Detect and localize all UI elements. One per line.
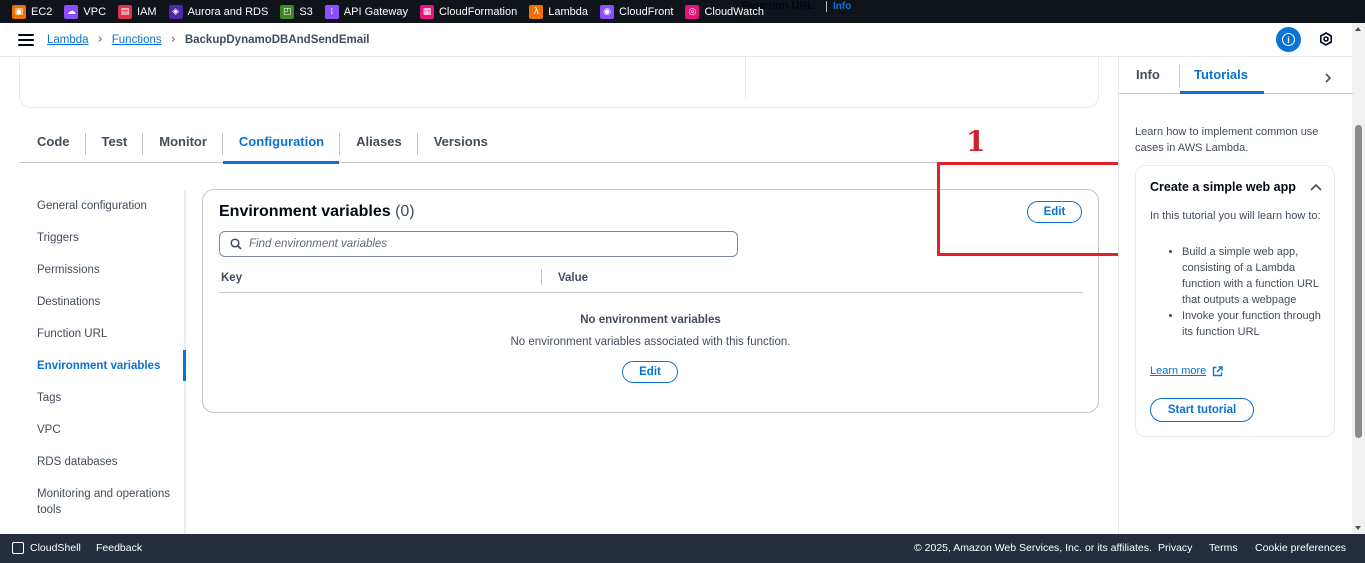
chevron-right-icon: › <box>170 32 176 47</box>
function-tabs: Code Test Monitor Configuration Aliases … <box>20 128 1099 164</box>
page-scrollbar[interactable] <box>1352 23 1365 534</box>
tutorial-steps: Build a simple web app, consisting of a … <box>1150 244 1325 340</box>
cookie-preferences-link[interactable]: Cookie preferences <box>1255 542 1346 554</box>
active-tab-indicator <box>222 161 340 164</box>
nav-tags[interactable]: Tags <box>37 390 61 406</box>
nav-environment-variables[interactable]: Environment variables <box>37 358 160 374</box>
help-panel-tabs: Info Tutorials <box>1119 57 1353 94</box>
service-link-lambda[interactable]: λ Lambda <box>529 4 588 19</box>
service-link-api-gateway[interactable]: ⁞ API Gateway <box>324 4 408 19</box>
learn-more-link[interactable]: Learn more <box>1150 365 1206 377</box>
breadcrumb-functions[interactable]: Functions <box>112 34 162 46</box>
help-tab-tutorials[interactable]: Tutorials <box>1194 67 1248 82</box>
column-header-value[interactable]: Value <box>558 272 588 284</box>
tab-monitor[interactable]: Monitor <box>143 128 223 163</box>
cloudfront-icon: ◉ <box>600 4 615 19</box>
scroll-up-icon[interactable] <box>1355 27 1361 31</box>
table-header: Key Value <box>219 264 1083 293</box>
tab-code[interactable]: Code <box>20 128 86 163</box>
settings-icon[interactable] <box>1319 32 1333 46</box>
service-link-cloudfront[interactable]: ◉ CloudFront <box>600 4 673 19</box>
empty-state-edit-button[interactable]: Edit <box>622 361 678 383</box>
function-url-info-link[interactable]: Info <box>826 1 851 12</box>
tutorial-card: Create a simple web app In this tutorial… <box>1135 165 1335 437</box>
nav-triggers[interactable]: Triggers <box>37 230 79 246</box>
nav-rds-databases[interactable]: RDS databases <box>37 454 118 470</box>
service-link-ec2[interactable]: ▣ EC2 <box>12 4 52 19</box>
vpc-icon: ☁ <box>64 4 79 19</box>
empty-state-description: No environment variables associated with… <box>510 336 791 348</box>
chevron-right-icon[interactable] <box>1323 73 1333 83</box>
external-link-icon <box>1212 366 1223 377</box>
divider <box>1179 65 1180 87</box>
column-header-key[interactable]: Key <box>221 272 242 284</box>
console-footer: CloudShell Feedback © 2025, Amazon Web S… <box>0 534 1365 563</box>
service-link-vpc[interactable]: ☁ VPC <box>64 4 106 19</box>
scrollbar-thumb[interactable] <box>1355 125 1362 438</box>
scroll-down-icon[interactable] <box>1355 526 1361 530</box>
nav-general-configuration[interactable]: General configuration <box>37 198 147 214</box>
list-item: Build a simple web app, consisting of a … <box>1182 244 1325 308</box>
terms-link[interactable]: Terms <box>1209 542 1238 554</box>
cloudshell-link[interactable]: CloudShell <box>30 542 81 554</box>
search-placeholder: Find environment variables <box>249 238 388 250</box>
help-panel: Info Tutorials Learn how to implement co… <box>1118 57 1353 534</box>
info-panel-icon[interactable]: i <box>1276 27 1301 52</box>
nav-monitoring-and-operations-tools[interactable]: Monitoring and operations tools <box>37 486 182 518</box>
empty-state-title: No environment variables <box>580 314 721 326</box>
active-tab-indicator <box>1180 91 1264 94</box>
s3-icon: ◰ <box>280 4 295 19</box>
menu-icon[interactable] <box>18 33 34 46</box>
chevron-right-icon: › <box>97 32 103 47</box>
function-overview-card <box>19 57 1099 108</box>
cloudformation-icon: ▦ <box>419 4 434 19</box>
annotation-number: 1 <box>966 125 986 158</box>
ec2-icon: ▣ <box>12 4 26 19</box>
api-gateway-icon: ⁞ <box>324 4 339 19</box>
rds-icon: ◈ <box>168 4 183 19</box>
breadcrumb: Lambda › Functions › BackupDynamoDBAndSe… <box>47 32 370 47</box>
divider <box>745 57 746 99</box>
tab-configuration[interactable]: Configuration <box>222 128 341 164</box>
copyright-text: © 2025, Amazon Web Services, Inc. or its… <box>914 542 1152 554</box>
function-url-label: Function URL <box>742 0 815 12</box>
function-url-value: - <box>742 14 746 28</box>
search-input[interactable]: Find environment variables <box>219 231 738 257</box>
configuration-side-nav: General configuration Triggers Permissio… <box>20 190 186 534</box>
feedback-link[interactable]: Feedback <box>96 542 142 554</box>
lambda-icon: λ <box>529 4 544 19</box>
nav-destinations[interactable]: Destinations <box>37 294 100 310</box>
service-link-s3[interactable]: ◰ S3 <box>280 4 313 19</box>
list-item: Invoke your function through its functio… <box>1182 308 1325 340</box>
tab-versions[interactable]: Versions <box>418 128 504 163</box>
privacy-link[interactable]: Privacy <box>1158 542 1192 554</box>
nav-function-url[interactable]: Function URL <box>37 326 107 342</box>
cloudwatch-icon: ◎ <box>685 4 700 19</box>
chevron-up-icon[interactable] <box>1310 183 1322 191</box>
column-divider <box>541 269 542 285</box>
cloudshell-icon[interactable] <box>12 542 24 554</box>
search-icon <box>230 238 242 250</box>
tutorials-intro: Learn how to implement common use cases … <box>1135 126 1319 154</box>
page-header: Lambda › Functions › BackupDynamoDBAndSe… <box>0 23 1352 57</box>
environment-variables-count: (0) <box>395 203 415 220</box>
nav-permissions[interactable]: Permissions <box>37 262 100 278</box>
tab-aliases[interactable]: Aliases <box>340 128 418 163</box>
active-nav-indicator <box>183 350 186 381</box>
breadcrumb-current: BackupDynamoDBAndSendEmail <box>184 33 370 46</box>
nav-vpc[interactable]: VPC <box>37 422 61 438</box>
service-favorites-bar: ▣ EC2 ☁ VPC ▤ IAM ◈ Aurora and RDS ◰ S3 ⁞ API … <box>0 0 1365 23</box>
tutorial-description: In this tutorial you will learn how to: <box>1150 210 1321 222</box>
tutorial-title[interactable]: Create a simple web app <box>1150 180 1296 194</box>
help-tab-info[interactable]: Info <box>1136 67 1160 82</box>
service-link-iam[interactable]: ▤ IAM <box>118 4 157 19</box>
start-tutorial-button[interactable]: Start tutorial <box>1150 398 1254 422</box>
tab-test[interactable]: Test <box>86 128 144 163</box>
service-link-rds[interactable]: ◈ Aurora and RDS <box>168 4 268 19</box>
service-link-cloudformation[interactable]: ▦ CloudFormation <box>419 4 517 19</box>
iam-icon: ▤ <box>118 4 133 19</box>
environment-variables-heading: Environment variables (0) <box>219 203 415 220</box>
breadcrumb-lambda[interactable]: Lambda <box>47 34 89 46</box>
